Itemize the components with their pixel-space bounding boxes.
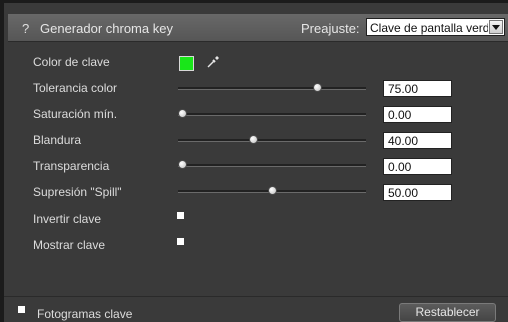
reset-button[interactable]: Restablecer xyxy=(399,303,496,322)
tolerance-label: Tolerancia color xyxy=(33,81,118,95)
preset-select-value: Clave de pantalla verde xyxy=(370,21,488,35)
transparency-slider[interactable] xyxy=(177,160,366,169)
min-saturation-slider-knob[interactable] xyxy=(177,109,187,118)
spill-suppression-label: Supresión "Spill" xyxy=(33,185,122,199)
footer-divider xyxy=(4,296,508,297)
help-icon[interactable]: ? xyxy=(22,21,29,36)
keyframes-label: Fotogramas clave xyxy=(37,307,133,321)
tolerance-slider[interactable] xyxy=(178,83,366,92)
spill-suppression-slider-knob[interactable] xyxy=(268,186,277,195)
invert-key-label: Invertir clave xyxy=(33,212,102,226)
min-saturation-slider[interactable] xyxy=(177,109,366,118)
softness-slider[interactable] xyxy=(178,135,366,144)
show-key-label: Mostrar clave xyxy=(33,238,106,252)
transparency-label: Transparencia xyxy=(33,159,110,173)
transparency-input[interactable]: 0.00 xyxy=(383,158,452,175)
softness-input[interactable]: 40.00 xyxy=(383,132,452,149)
key-color-swatch[interactable] xyxy=(179,56,194,71)
panel-title: Generador chroma key xyxy=(40,21,173,36)
preset-label: Preajuste: xyxy=(301,21,360,36)
show-key-checkbox[interactable] xyxy=(177,238,184,245)
min-saturation-input[interactable]: 0.00 xyxy=(383,106,452,123)
preset-select[interactable]: Clave de pantalla verde xyxy=(366,18,505,36)
spill-suppression-slider[interactable] xyxy=(178,186,366,195)
eyedropper-icon[interactable] xyxy=(206,55,220,69)
chevron-down-icon[interactable] xyxy=(489,20,503,34)
transparency-slider-knob[interactable] xyxy=(177,160,187,169)
panel-header: ? Generador chroma key Preajuste: Clave … xyxy=(8,14,508,42)
spill-suppression-input[interactable]: 50.00 xyxy=(383,184,452,201)
invert-key-checkbox[interactable] xyxy=(177,212,184,219)
key-color-label: Color de clave xyxy=(33,55,110,69)
tolerance-input[interactable]: 75.00 xyxy=(383,80,452,97)
min-saturation-label: Saturación mín. xyxy=(33,107,118,121)
softness-label: Blandura xyxy=(33,133,82,147)
keyframes-checkbox[interactable] xyxy=(18,306,25,313)
